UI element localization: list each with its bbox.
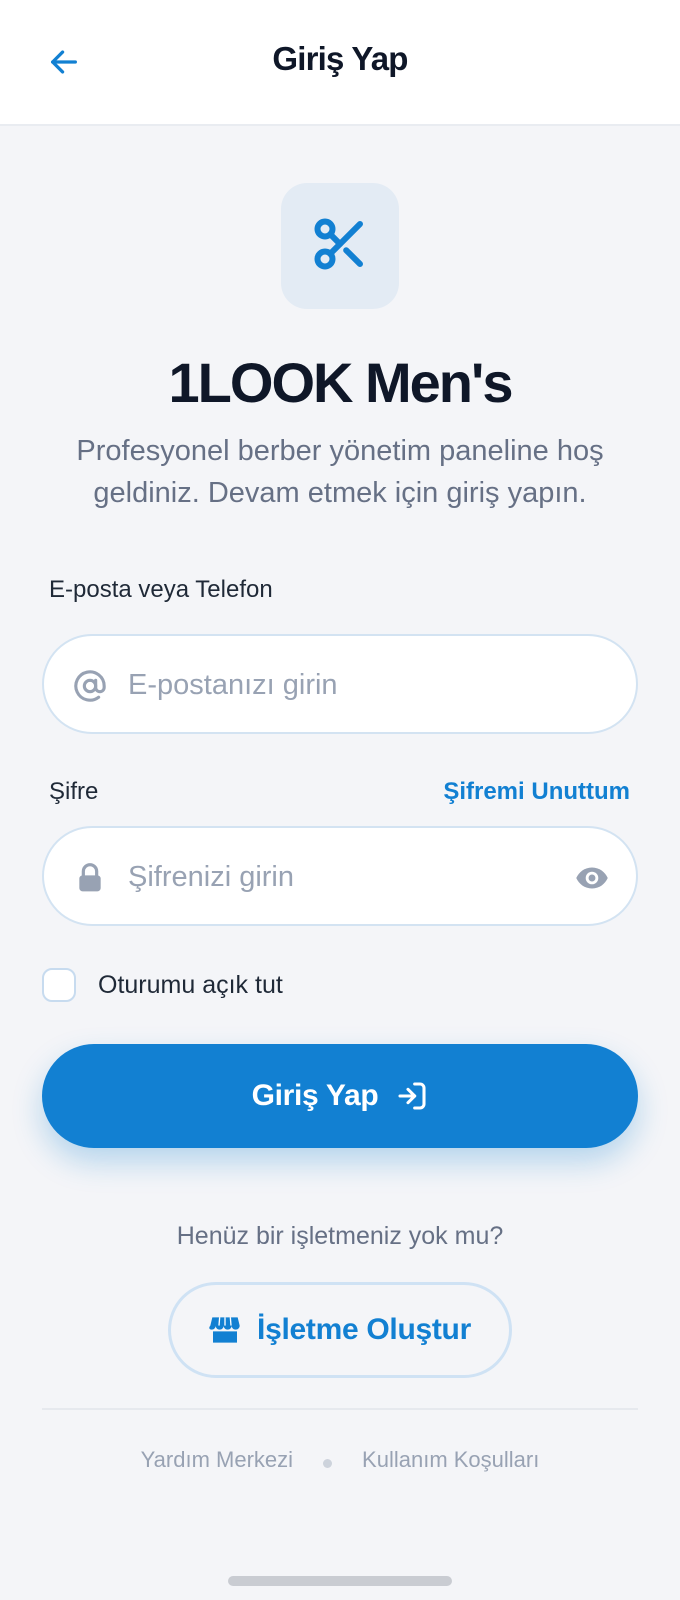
login-button-label: Giriş Yap: [251, 1079, 379, 1112]
no-business-prompt: Henüz bir işletmeniz yok mu?: [176, 1222, 504, 1250]
lock-icon: [70, 858, 110, 898]
login-button[interactable]: Giriş Yap: [42, 1044, 638, 1148]
brand-logo: [281, 183, 399, 309]
store-icon: [209, 1315, 241, 1345]
footer-separator: [323, 1458, 333, 1468]
home-indicator: [228, 1576, 452, 1586]
brand-name: 1LOOK Men's: [168, 351, 514, 414]
login-icon: [396, 1080, 428, 1112]
forgot-password-link[interactable]: Şifremi Unuttum: [443, 778, 630, 806]
terms-link[interactable]: Kullanım Koşulları: [362, 1447, 539, 1473]
password-field[interactable]: [42, 826, 638, 926]
login-screen: Giriş Yap 1LOOK Men's Profesyonel berber…: [0, 0, 680, 1600]
email-field[interactable]: [42, 634, 638, 734]
remember-me[interactable]: Oturumu açık tut: [42, 968, 283, 1002]
top-bar: Giriş Yap: [0, 0, 680, 126]
page-title: Giriş Yap: [272, 40, 408, 77]
create-business-label: İşletme Oluştur: [257, 1313, 471, 1346]
email-label: E-posta veya Telefon: [49, 576, 273, 603]
create-business-button[interactable]: İşletme Oluştur: [168, 1282, 512, 1378]
password-input[interactable]: [128, 852, 548, 902]
remember-checkbox[interactable]: [42, 968, 76, 1002]
footer-links: Yardım Merkezi Kullanım Koşulları: [0, 1443, 680, 1477]
remember-label: Oturumu açık tut: [98, 970, 283, 999]
email-input[interactable]: [128, 660, 548, 710]
password-label: Şifre: [49, 778, 99, 805]
at-sign-icon: [70, 666, 110, 706]
footer-divider: [42, 1408, 638, 1410]
welcome-subtitle: Profesyonel berber yönetim paneline hoş …: [76, 435, 604, 509]
scissors-icon: [310, 214, 370, 279]
eye-icon[interactable]: [570, 856, 614, 900]
help-center-link[interactable]: Yardım Merkezi: [141, 1447, 293, 1473]
